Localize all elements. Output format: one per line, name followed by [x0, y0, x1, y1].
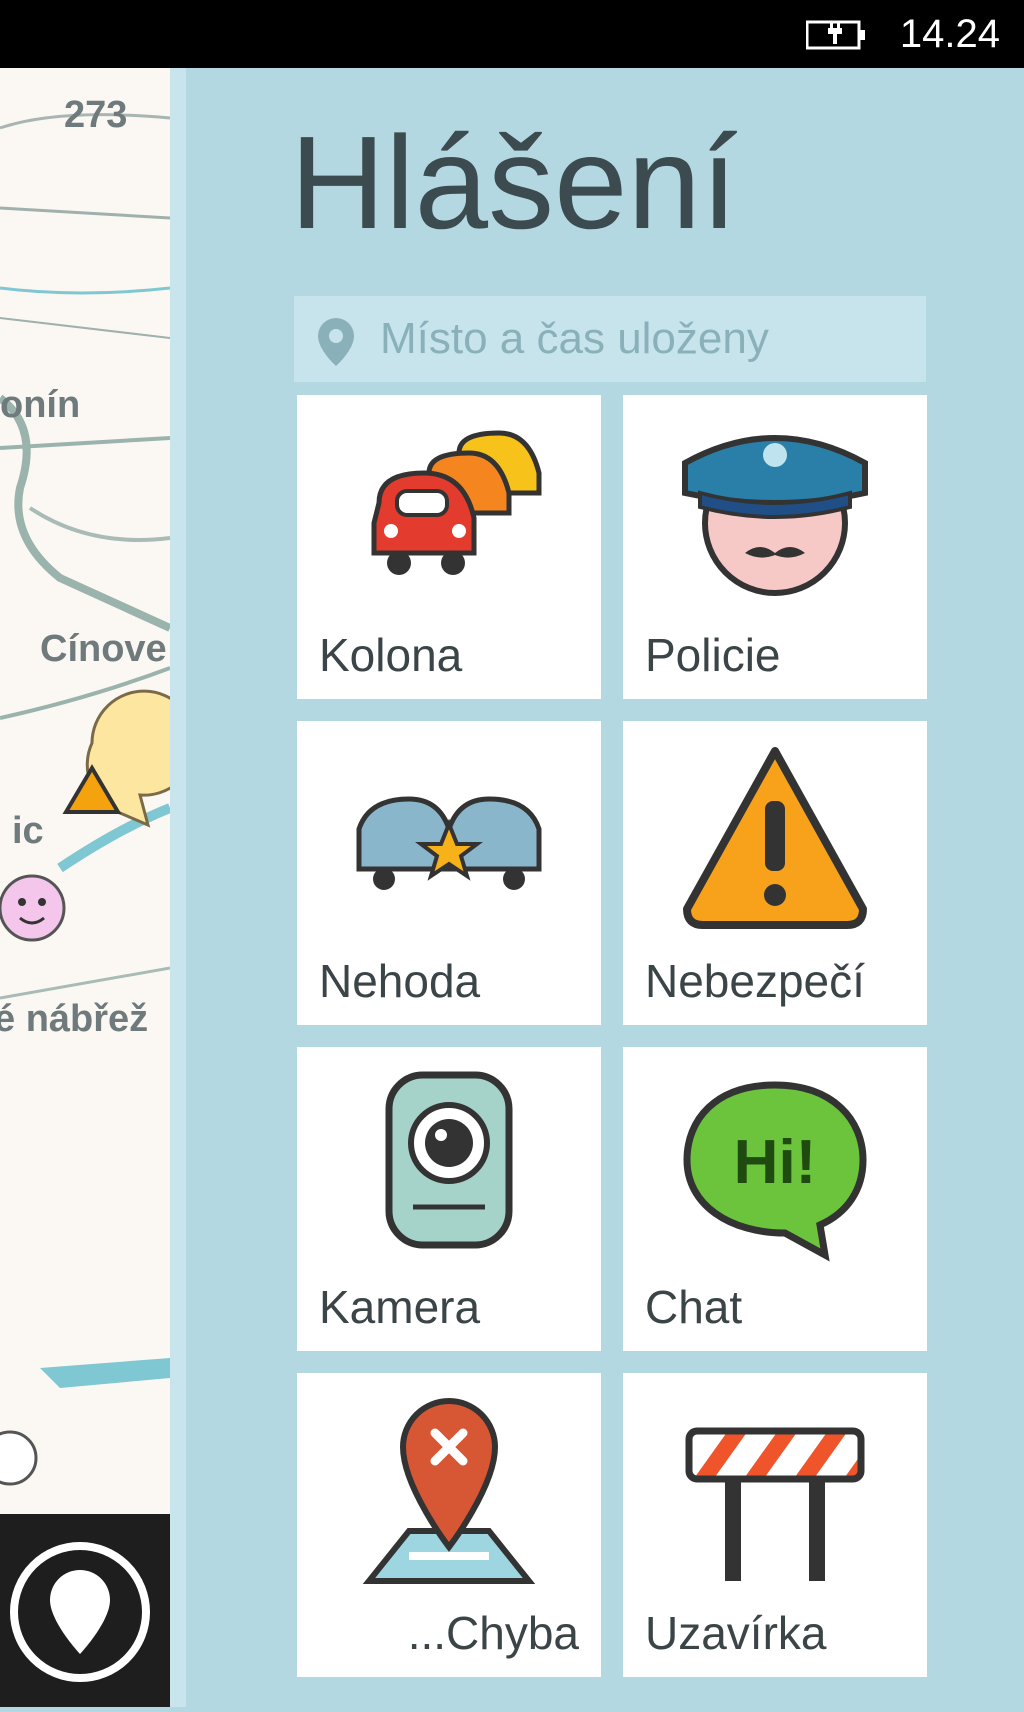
tile-label: Kolona [319, 629, 463, 681]
map-view[interactable]: 273 onín Cínove ic é nábřež [0, 68, 170, 1707]
map-label: Cínove [40, 628, 167, 670]
battery-charging-icon [806, 20, 865, 50]
accident-icon [356, 796, 542, 890]
page-title: Hlášení [290, 109, 738, 256]
road-closure-icon [685, 1427, 865, 1581]
tile-uzavirka[interactable]: Uzavírka [623, 1373, 927, 1677]
tile-label: Uzavírka [645, 1607, 827, 1659]
tile-nehoda[interactable]: Nehoda [297, 721, 601, 1025]
tile-policie[interactable]: Policie [623, 395, 927, 699]
current-location-button[interactable] [0, 1514, 170, 1707]
map-roads [0, 113, 170, 1486]
tile-kamera[interactable]: Kamera [297, 1047, 601, 1351]
tile-label: Chat [645, 1281, 743, 1333]
tile-label: Nebezpečí [645, 955, 865, 1007]
camera-icon [385, 1071, 513, 1249]
map-label: 273 [64, 94, 128, 136]
panel-edge [170, 68, 186, 1707]
status-bar: 14.24 [0, 0, 1024, 68]
tile-chat[interactable]: Hi! Chat [623, 1047, 927, 1351]
location-status-bar: Místo a čas uloženy [294, 296, 926, 382]
location-pin-icon [318, 318, 354, 366]
tile-label: Policie [645, 629, 781, 681]
map-error-icon [362, 1397, 536, 1584]
hazard-icon [683, 747, 867, 929]
tile-label: Nehoda [319, 955, 481, 1007]
tile-nebezpeci[interactable]: Nebezpečí [623, 721, 927, 1025]
tile-chyba[interactable]: ...Chyba [297, 1373, 601, 1677]
location-status-text: Místo a čas uloženy [380, 314, 769, 363]
map-label: é nábřež [0, 998, 149, 1040]
map-label: onín [0, 384, 81, 426]
traffic-jam-icon [371, 430, 542, 575]
clock: 14.24 [899, 12, 1000, 56]
svg-text:Hi!: Hi! [734, 1128, 817, 1197]
tile-label: ...Chyba [407, 1607, 579, 1659]
tile-label: Kamera [319, 1281, 481, 1333]
map-label: ic [12, 810, 44, 852]
police-icon [682, 435, 868, 596]
map-pin-icon [10, 1542, 150, 1682]
tile-kolona[interactable]: Kolona [297, 395, 601, 699]
chat-icon: Hi! [683, 1081, 867, 1262]
